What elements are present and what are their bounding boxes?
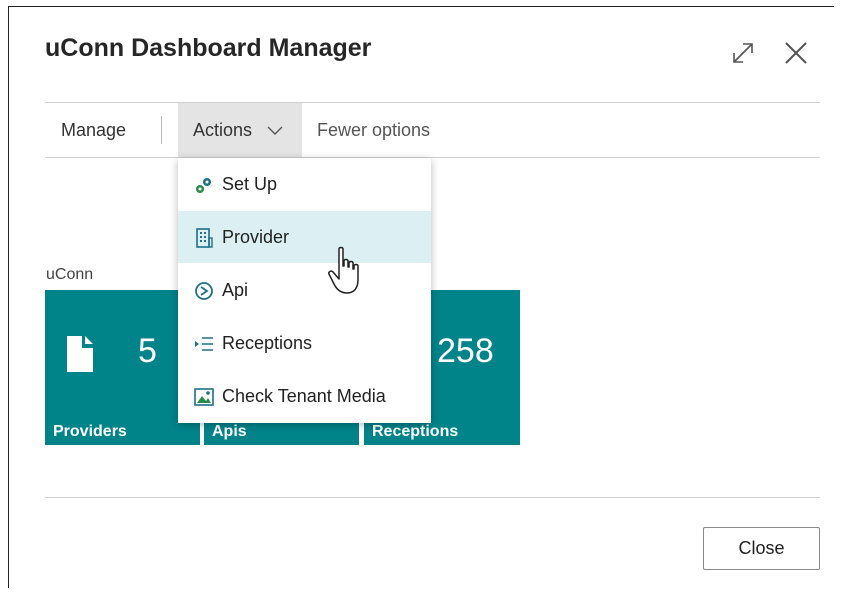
footer-divider — [45, 497, 820, 498]
menu-item-set-up[interactable]: Set Up — [178, 158, 431, 210]
chevron-down-icon — [267, 126, 283, 135]
menu-item-label: Receptions — [222, 333, 313, 353]
building-icon — [196, 228, 213, 248]
fewer-options-button[interactable]: Fewer options — [317, 103, 430, 157]
api-icon — [195, 282, 213, 300]
tab-actions[interactable]: Actions — [178, 103, 302, 157]
tile-providers[interactable]: 5 Providers — [45, 290, 200, 445]
document-icon — [67, 336, 93, 372]
toolbar-top-divider — [45, 102, 820, 103]
menu-item-receptions[interactable]: Receptions — [178, 317, 431, 369]
expand-icon[interactable] — [728, 38, 758, 68]
image-icon — [194, 388, 214, 406]
hand-pointer-cursor-icon — [328, 246, 359, 294]
menu-item-label: Set Up — [222, 174, 278, 194]
actions-dropdown-menu: Set Up Provider Api Receptions Check Ten… — [178, 158, 431, 423]
tab-actions-label: Actions — [193, 120, 253, 140]
list-indent-icon — [195, 337, 213, 351]
menu-item-api[interactable]: Api — [178, 264, 431, 316]
close-icon[interactable] — [781, 38, 811, 68]
toolbar-separator — [161, 116, 162, 144]
tile-providers-label: Providers — [53, 423, 127, 440]
close-button[interactable]: Close — [703, 527, 820, 570]
tile-receptions-label: Receptions — [372, 423, 459, 440]
tab-manage[interactable]: Manage — [45, 103, 157, 157]
tile-providers-value: 5 — [138, 332, 157, 370]
menu-item-label: Api — [222, 280, 249, 300]
cue-group-label: uConn — [46, 266, 94, 283]
tile-apis-label: Apis — [212, 423, 247, 440]
menu-item-check-tenant-media[interactable]: Check Tenant Media — [178, 370, 431, 422]
tile-receptions-value: 258 — [437, 332, 494, 370]
menu-item-label: Check Tenant Media — [222, 386, 386, 406]
dialog-title: uConn Dashboard Manager — [45, 34, 372, 62]
menu-item-label: Provider — [222, 227, 290, 247]
toolbar-bottom-divider — [45, 157, 820, 158]
menu-item-provider[interactable]: Provider — [178, 211, 431, 263]
gears-icon — [196, 178, 211, 193]
